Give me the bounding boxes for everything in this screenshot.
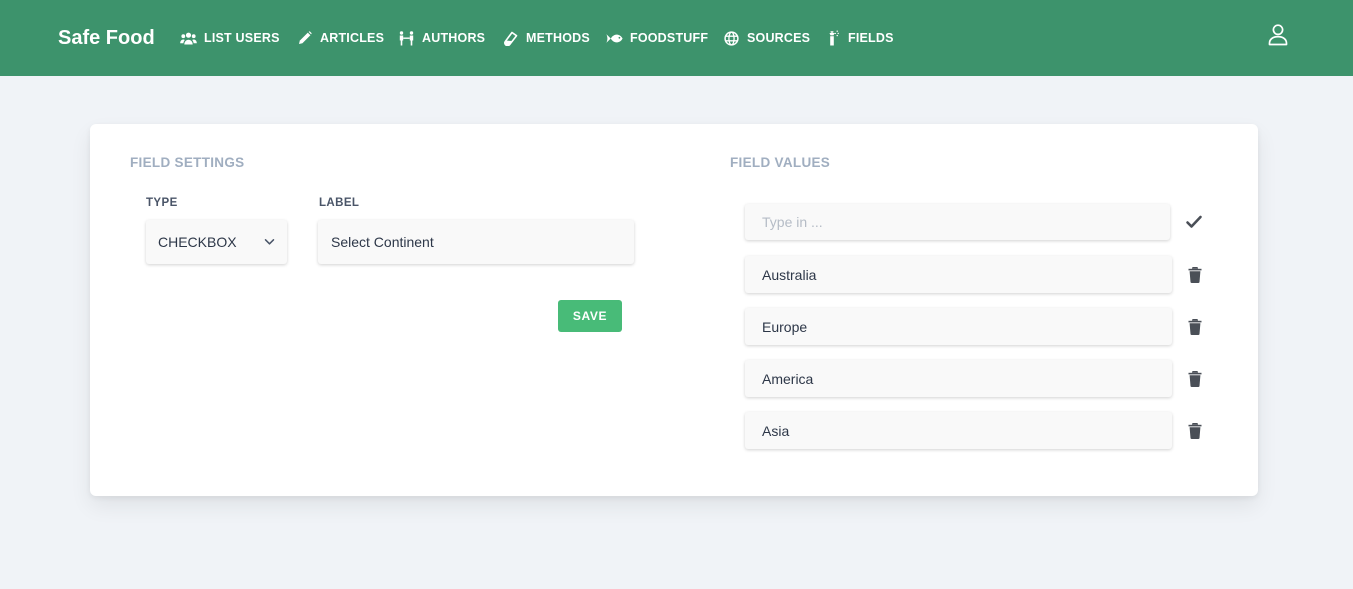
brand-logo[interactable]: Safe Food	[58, 26, 155, 50]
spray-icon	[824, 30, 841, 46]
people-icon	[398, 30, 415, 46]
delete-value-button[interactable]	[1187, 318, 1203, 335]
nav-label-sources: SOURCES	[747, 31, 811, 45]
value-input[interactable]	[745, 308, 1172, 345]
field-settings-title: FIELD SETTINGS	[130, 155, 245, 170]
nav-label-authors: AUTHORS	[422, 31, 486, 45]
field-editor-card: FIELD SETTINGS TYPE CHECKBOX LABEL SAVE …	[90, 124, 1258, 496]
nav-item-methods[interactable]: METHODS	[502, 29, 606, 47]
top-navbar: Safe Food LIST USERS ARTICLES AUTHORS ME…	[0, 0, 1353, 76]
delete-value-button[interactable]	[1187, 370, 1203, 387]
nav-label-fields: FIELDS	[848, 31, 894, 45]
nav-item-fields[interactable]: FIELDS	[824, 29, 904, 47]
label-input[interactable]	[318, 220, 634, 264]
nav-item-foodstuff[interactable]: FOODSTUFF	[606, 29, 723, 47]
fish-icon	[606, 30, 623, 46]
save-button[interactable]: SAVE	[558, 300, 622, 332]
pencil-icon	[296, 30, 313, 46]
user-menu-button[interactable]	[1266, 23, 1290, 47]
users-icon	[180, 30, 197, 46]
list-item	[745, 360, 1215, 398]
delete-value-button[interactable]	[1187, 266, 1203, 283]
value-input[interactable]	[745, 360, 1172, 397]
trash-icon	[1188, 423, 1202, 439]
type-select-value: CHECKBOX	[158, 234, 237, 250]
nav-label-list-users: LIST USERS	[204, 31, 280, 45]
value-input[interactable]	[745, 256, 1172, 293]
nav-item-sources[interactable]: SOURCES	[723, 29, 824, 47]
trash-icon	[1188, 319, 1202, 335]
add-value-button[interactable]	[1185, 213, 1203, 231]
nav-item-authors[interactable]: AUTHORS	[398, 29, 502, 47]
nav-label-methods: METHODS	[526, 31, 590, 45]
list-item	[745, 308, 1215, 346]
chevron-down-icon	[264, 239, 275, 245]
flask-icon	[502, 30, 519, 46]
nav-item-list-users[interactable]: LIST USERS	[180, 29, 296, 47]
list-item	[745, 256, 1215, 294]
nav-label-foodstuff: FOODSTUFF	[630, 31, 709, 45]
user-icon	[1268, 24, 1288, 46]
nav-item-articles[interactable]: ARTICLES	[296, 29, 398, 47]
list-item	[745, 412, 1215, 450]
value-input[interactable]	[745, 412, 1172, 449]
main-nav: LIST USERS ARTICLES AUTHORS METHODS FOOD…	[180, 29, 904, 47]
trash-icon	[1188, 371, 1202, 387]
check-icon	[1186, 215, 1202, 228]
trash-icon	[1188, 267, 1202, 283]
type-select[interactable]: CHECKBOX	[146, 220, 287, 264]
new-value-input[interactable]	[745, 204, 1170, 240]
type-label: TYPE	[146, 197, 178, 209]
label-label: LABEL	[319, 197, 360, 209]
delete-value-button[interactable]	[1187, 422, 1203, 439]
globe-icon	[723, 30, 740, 46]
nav-label-articles: ARTICLES	[320, 31, 385, 45]
field-values-title: FIELD VALUES	[730, 155, 831, 170]
